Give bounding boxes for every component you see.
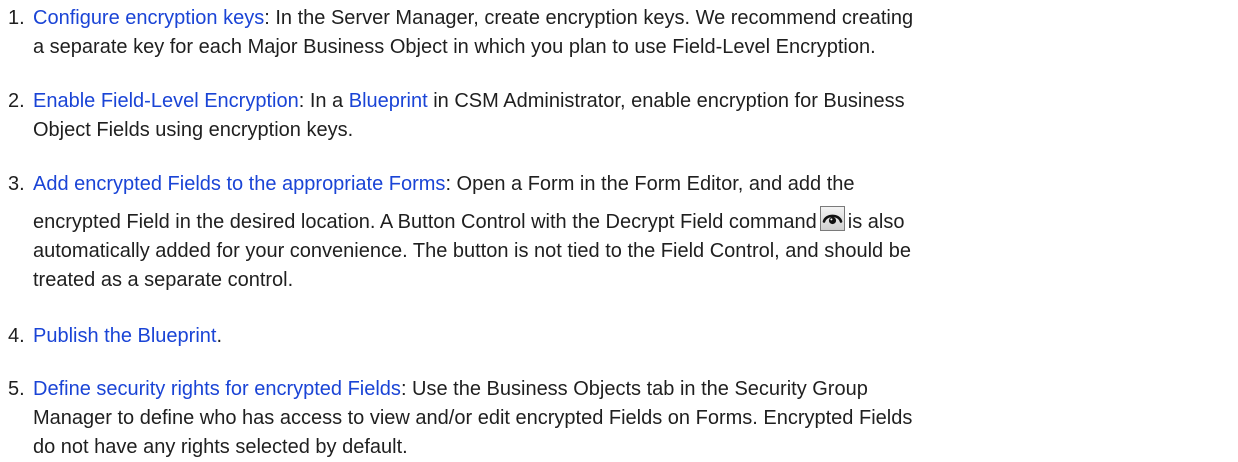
decrypt-field-icon xyxy=(819,206,845,231)
step-text: in CSM Administrator, enable encryption … xyxy=(427,90,905,112)
step-body: Publish the Blueprint. xyxy=(33,322,1230,351)
step-text: . xyxy=(216,325,223,347)
step-line: Define security rights for encrypted Fie… xyxy=(33,375,1230,404)
step-body: Define security rights for encrypted Fie… xyxy=(33,375,1230,462)
step-line: Enable Field-Level Encryption: In a Blue… xyxy=(33,87,1230,116)
step-text: : Use the Business Objects tab in the Se… xyxy=(400,378,868,400)
step-line: Publish the Blueprint. xyxy=(33,322,1230,351)
step-text: : In the Server Manager, create encrypti… xyxy=(264,7,914,29)
blueprint-link[interactable]: Blueprint xyxy=(349,90,428,112)
step-text: Object Fields using encryption keys. xyxy=(33,119,354,141)
step-text: : Open a Form in the Form Editor, and ad… xyxy=(445,173,855,195)
step-number: 3. xyxy=(8,173,25,195)
step-text: encrypted Field in the desired location.… xyxy=(33,211,817,233)
step-body: Enable Field-Level Encryption: In a Blue… xyxy=(33,87,1230,145)
step-line: Configure encryption keys: In the Server… xyxy=(33,4,1230,33)
step-text: do not have any rights selected by defau… xyxy=(33,436,408,458)
step-text: : In a xyxy=(298,90,349,112)
step-number: 4. xyxy=(8,325,25,347)
configure-encryption-keys-link[interactable]: Configure encryption keys xyxy=(33,7,264,29)
step-number: 1. xyxy=(8,7,25,29)
step-body: Configure encryption keys: In the Server… xyxy=(33,4,1230,62)
step-text: treated as a separate control. xyxy=(33,269,294,291)
step-line: Add encrypted Fields to the appropriate … xyxy=(33,170,1230,199)
step-line: encrypted Field in the desired location.… xyxy=(33,206,1230,237)
define-security-rights-link[interactable]: Define security rights for encrypted Fie… xyxy=(33,378,401,400)
step-text: automatically added for your convenience… xyxy=(33,240,911,262)
step-text: Manager to define who has access to view… xyxy=(33,407,913,429)
step-number: 2. xyxy=(8,90,25,112)
add-encrypted-fields-link[interactable]: Add encrypted Fields to the appropriate … xyxy=(33,173,445,195)
step-text: a separate key for each Major Business O… xyxy=(33,36,876,58)
step-body: Add encrypted Fields to the appropriate … xyxy=(33,170,1230,295)
step-number: 5. xyxy=(8,378,25,400)
step-text: is also xyxy=(847,211,905,233)
publish-the-blueprint-link[interactable]: Publish the Blueprint xyxy=(33,325,216,347)
enable-field-level-encryption-link[interactable]: Enable Field-Level Encryption xyxy=(33,90,299,112)
